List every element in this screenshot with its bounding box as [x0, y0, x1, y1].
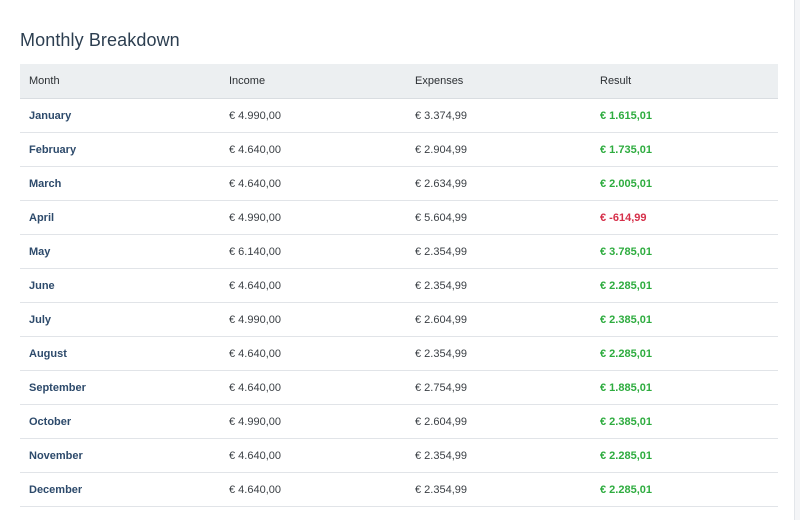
table-header-row: Month Income Expenses Result [20, 64, 778, 99]
expenses-value: € 2.354,99 [406, 268, 591, 303]
breakdown-table: Month Income Expenses Result January € 4.… [20, 64, 778, 507]
result-value: € -614,99 [591, 200, 778, 235]
table-row: December € 4.640,00 € 2.354,99 € 2.285,01 [20, 472, 778, 507]
result-value: € 2.285,01 [591, 268, 778, 303]
month-link[interactable]: January [20, 98, 220, 133]
expenses-value: € 2.354,99 [406, 234, 591, 269]
month-link[interactable]: April [20, 200, 220, 235]
table-row: June € 4.640,00 € 2.354,99 € 2.285,01 [20, 268, 778, 303]
income-value: € 4.640,00 [220, 166, 406, 201]
expenses-value: € 2.354,99 [406, 472, 591, 507]
month-link[interactable]: November [20, 438, 220, 473]
table-row: October € 4.990,00 € 2.604,99 € 2.385,01 [20, 404, 778, 439]
income-value: € 4.640,00 [220, 438, 406, 473]
result-value: € 2.385,01 [591, 302, 778, 337]
column-header-month: Month [20, 64, 220, 99]
expenses-value: € 2.354,99 [406, 438, 591, 473]
income-value: € 4.990,00 [220, 302, 406, 337]
expenses-value: € 2.904,99 [406, 132, 591, 167]
income-value: € 4.640,00 [220, 268, 406, 303]
expenses-value: € 2.354,99 [406, 336, 591, 371]
table-row: March € 4.640,00 € 2.634,99 € 2.005,01 [20, 166, 778, 201]
month-link[interactable]: September [20, 370, 220, 405]
income-value: € 4.640,00 [220, 472, 406, 507]
table-row: April € 4.990,00 € 5.604,99 € -614,99 [20, 200, 778, 235]
table-row: September € 4.640,00 € 2.754,99 € 1.885,01 [20, 370, 778, 405]
month-link[interactable]: August [20, 336, 220, 371]
month-link[interactable]: July [20, 302, 220, 337]
column-header-expenses: Expenses [406, 64, 591, 99]
result-value: € 2.005,01 [591, 166, 778, 201]
page-title: Monthly Breakdown [20, 30, 180, 50]
column-header-result: Result [591, 64, 778, 99]
expenses-value: € 3.374,99 [406, 98, 591, 133]
result-value: € 1.735,01 [591, 132, 778, 167]
result-value: € 2.285,01 [591, 336, 778, 371]
month-link[interactable]: June [20, 268, 220, 303]
table-row: November € 4.640,00 € 2.354,99 € 2.285,01 [20, 438, 778, 473]
expenses-value: € 2.604,99 [406, 302, 591, 337]
table-row: July € 4.990,00 € 2.604,99 € 2.385,01 [20, 302, 778, 337]
table-row: August € 4.640,00 € 2.354,99 € 2.285,01 [20, 336, 778, 371]
table-row: May € 6.140,00 € 2.354,99 € 3.785,01 [20, 234, 778, 269]
column-header-income: Income [220, 64, 406, 99]
income-value: € 4.990,00 [220, 404, 406, 439]
income-value: € 4.990,00 [220, 200, 406, 235]
result-value: € 3.785,01 [591, 234, 778, 269]
page-edge [795, 0, 800, 520]
monthly-breakdown-card: Monthly Breakdown Month Income Expenses … [0, 0, 795, 520]
month-link[interactable]: December [20, 472, 220, 507]
expenses-value: € 2.604,99 [406, 404, 591, 439]
expenses-value: € 2.634,99 [406, 166, 591, 201]
result-value: € 2.285,01 [591, 472, 778, 507]
month-link[interactable]: February [20, 132, 220, 167]
income-value: € 4.990,00 [220, 98, 406, 133]
month-link[interactable]: May [20, 234, 220, 269]
result-value: € 2.385,01 [591, 404, 778, 439]
income-value: € 6.140,00 [220, 234, 406, 269]
income-value: € 4.640,00 [220, 132, 406, 167]
table-body: January € 4.990,00 € 3.374,99 € 1.615,01 Feb… [20, 98, 778, 507]
income-value: € 4.640,00 [220, 336, 406, 371]
table-row: January € 4.990,00 € 3.374,99 € 1.615,01 [20, 98, 778, 133]
month-link[interactable]: March [20, 166, 220, 201]
month-link[interactable]: October [20, 404, 220, 439]
table-row: February € 4.640,00 € 2.904,99 € 1.735,01 [20, 132, 778, 167]
expenses-value: € 5.604,99 [406, 200, 591, 235]
result-value: € 1.885,01 [591, 370, 778, 405]
result-value: € 2.285,01 [591, 438, 778, 473]
result-value: € 1.615,01 [591, 98, 778, 133]
income-value: € 4.640,00 [220, 370, 406, 405]
expenses-value: € 2.754,99 [406, 370, 591, 405]
